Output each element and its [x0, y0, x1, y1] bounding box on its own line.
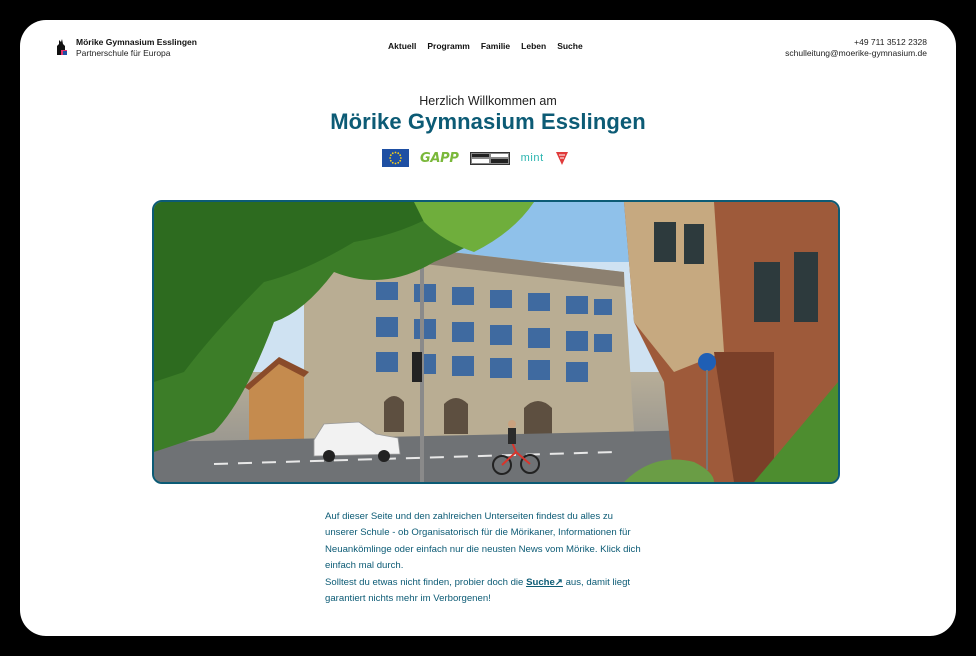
intro-text: Auf dieser Seite und den zahlreichen Unt… [325, 509, 645, 607]
phone-link[interactable]: +49 711 3512 2328 [785, 37, 927, 48]
browser-viewport: Mörike Gymnasium Esslingen Partnerschule… [20, 20, 956, 636]
school-building-photo [152, 200, 840, 484]
mint-logo-text: mint [520, 151, 544, 164]
mint-logo[interactable]: mint [520, 151, 544, 164]
contact-info: +49 711 3512 2328 schulleitung@moerike-g… [785, 37, 927, 59]
nav-item-aktuell[interactable]: Aktuell [388, 41, 416, 51]
school-subtitle: Partnerschule für Europa [76, 48, 171, 58]
school-name: Mörike Gymnasium Esslingen [76, 37, 197, 47]
partner-box-logo[interactable] [469, 151, 510, 165]
search-hint-prefix: Solltest du etwas nicht finden, probier … [325, 576, 527, 588]
nav-item-leben[interactable]: Leben [521, 41, 546, 51]
intro-search-hint: Solltest du etwas nicht finden, probier … [325, 575, 645, 608]
search-link[interactable]: Suche↗ [526, 577, 563, 588]
nav-item-familie[interactable]: Familie [481, 41, 510, 51]
partner-logos: GAPP mint [382, 149, 569, 167]
nav-item-programm[interactable]: Programm [427, 41, 470, 51]
site-logo[interactable]: Mörike Gymnasium Esslingen Partnerschule… [54, 37, 197, 59]
welcome-text: Herzlich Willkommen am [419, 94, 557, 108]
intro-paragraph: Auf dieser Seite und den zahlreichen Unt… [325, 511, 641, 572]
site-header: Mörike Gymnasium Esslingen Partnerschule… [20, 20, 956, 80]
shield-logo-icon[interactable] [555, 150, 569, 166]
main-nav: Aktuell Programm Familie Leben Suche [388, 41, 583, 51]
school-logo-icon [54, 38, 68, 56]
email-link[interactable]: schulleitung@moerike-gymnasium.de [785, 48, 927, 59]
eu-flag-icon[interactable] [382, 149, 409, 167]
gapp-logo[interactable]: GAPP [420, 151, 459, 166]
page-title: Mörike Gymnasium Esslingen [330, 109, 646, 134]
nav-item-suche[interactable]: Suche [557, 41, 583, 51]
